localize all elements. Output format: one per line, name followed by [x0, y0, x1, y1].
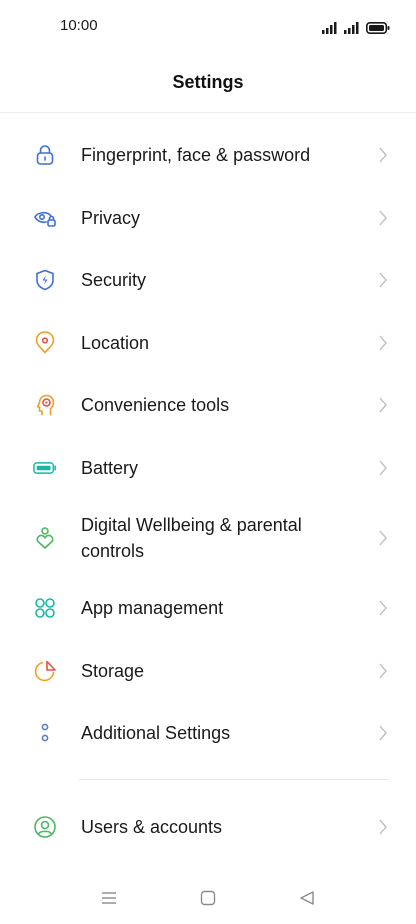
menu-icon[interactable]: [97, 886, 121, 910]
settings-item-storage[interactable]: Storage: [0, 640, 416, 703]
home-icon[interactable]: [196, 886, 220, 910]
settings-item-label: Location: [81, 332, 150, 353]
settings-item-label: Convenience tools: [81, 395, 230, 416]
title-bar: Settings: [0, 54, 416, 113]
chevron-right-icon: [379, 530, 387, 546]
settings-item-convenience-tools[interactable]: Convenience tools: [0, 374, 416, 437]
settings-item-label: App management: [81, 598, 224, 619]
battery-status-icon: [366, 22, 390, 34]
section-divider: [79, 779, 388, 780]
settings-item-location[interactable]: Location: [0, 312, 416, 375]
settings-item-label: Users & accounts: [81, 817, 223, 838]
security-shield-icon: [33, 268, 57, 292]
back-icon[interactable]: [295, 886, 319, 910]
settings-item-label: Digital Wellbeing & parental controls: [81, 515, 302, 561]
chevron-right-icon: [379, 460, 387, 476]
wellbeing-heart-icon: [33, 526, 57, 550]
settings-item-label: Security: [81, 270, 147, 291]
convenience-head-icon: [33, 393, 57, 417]
navigation-bar: [0, 872, 416, 924]
user-icon: [33, 815, 57, 839]
settings-item-users-accounts[interactable]: Users & accounts: [0, 796, 416, 859]
chevron-right-icon: [379, 272, 387, 288]
storage-pie-icon: [33, 659, 57, 683]
signal-icon: [344, 22, 359, 34]
settings-item-digital-wellbeing[interactable]: Digital Wellbeing & parental controls: [0, 499, 416, 577]
status-icons: [322, 16, 390, 34]
settings-item-battery[interactable]: Battery: [0, 437, 416, 500]
status-bar: 10:00: [0, 0, 416, 54]
settings-list: Fingerprint, face & password Privacy Sec…: [0, 124, 416, 765]
chevron-right-icon: [379, 725, 387, 741]
app-grid-icon: [33, 596, 57, 620]
chevron-right-icon: [379, 335, 387, 351]
page-title: Settings: [172, 72, 244, 92]
battery-icon: [33, 456, 57, 480]
location-pin-icon: [33, 331, 57, 355]
chevron-right-icon: [379, 147, 387, 163]
settings-item-label: Storage: [81, 660, 145, 681]
settings-item-fingerprint[interactable]: Fingerprint, face & password: [0, 124, 416, 187]
status-time: 10:00: [60, 17, 98, 34]
settings-item-label: Privacy: [81, 207, 141, 228]
privacy-eye-icon: [33, 206, 57, 230]
more-dots-icon: [33, 721, 57, 745]
settings-item-label: Fingerprint, face & password: [81, 145, 311, 166]
chevron-right-icon: [379, 663, 387, 679]
lock-icon: [33, 143, 57, 167]
chevron-right-icon: [379, 397, 387, 413]
signal-icon: [322, 22, 337, 34]
settings-item-label: Additional Settings: [81, 723, 231, 744]
chevron-right-icon: [379, 600, 387, 616]
chevron-right-icon: [379, 819, 387, 835]
chevron-right-icon: [379, 210, 387, 226]
settings-item-privacy[interactable]: Privacy: [0, 187, 416, 250]
settings-item-security[interactable]: Security: [0, 249, 416, 312]
settings-item-app-management[interactable]: App management: [0, 577, 416, 640]
settings-item-additional-settings[interactable]: Additional Settings: [0, 702, 416, 765]
settings-item-label: Battery: [81, 457, 139, 478]
